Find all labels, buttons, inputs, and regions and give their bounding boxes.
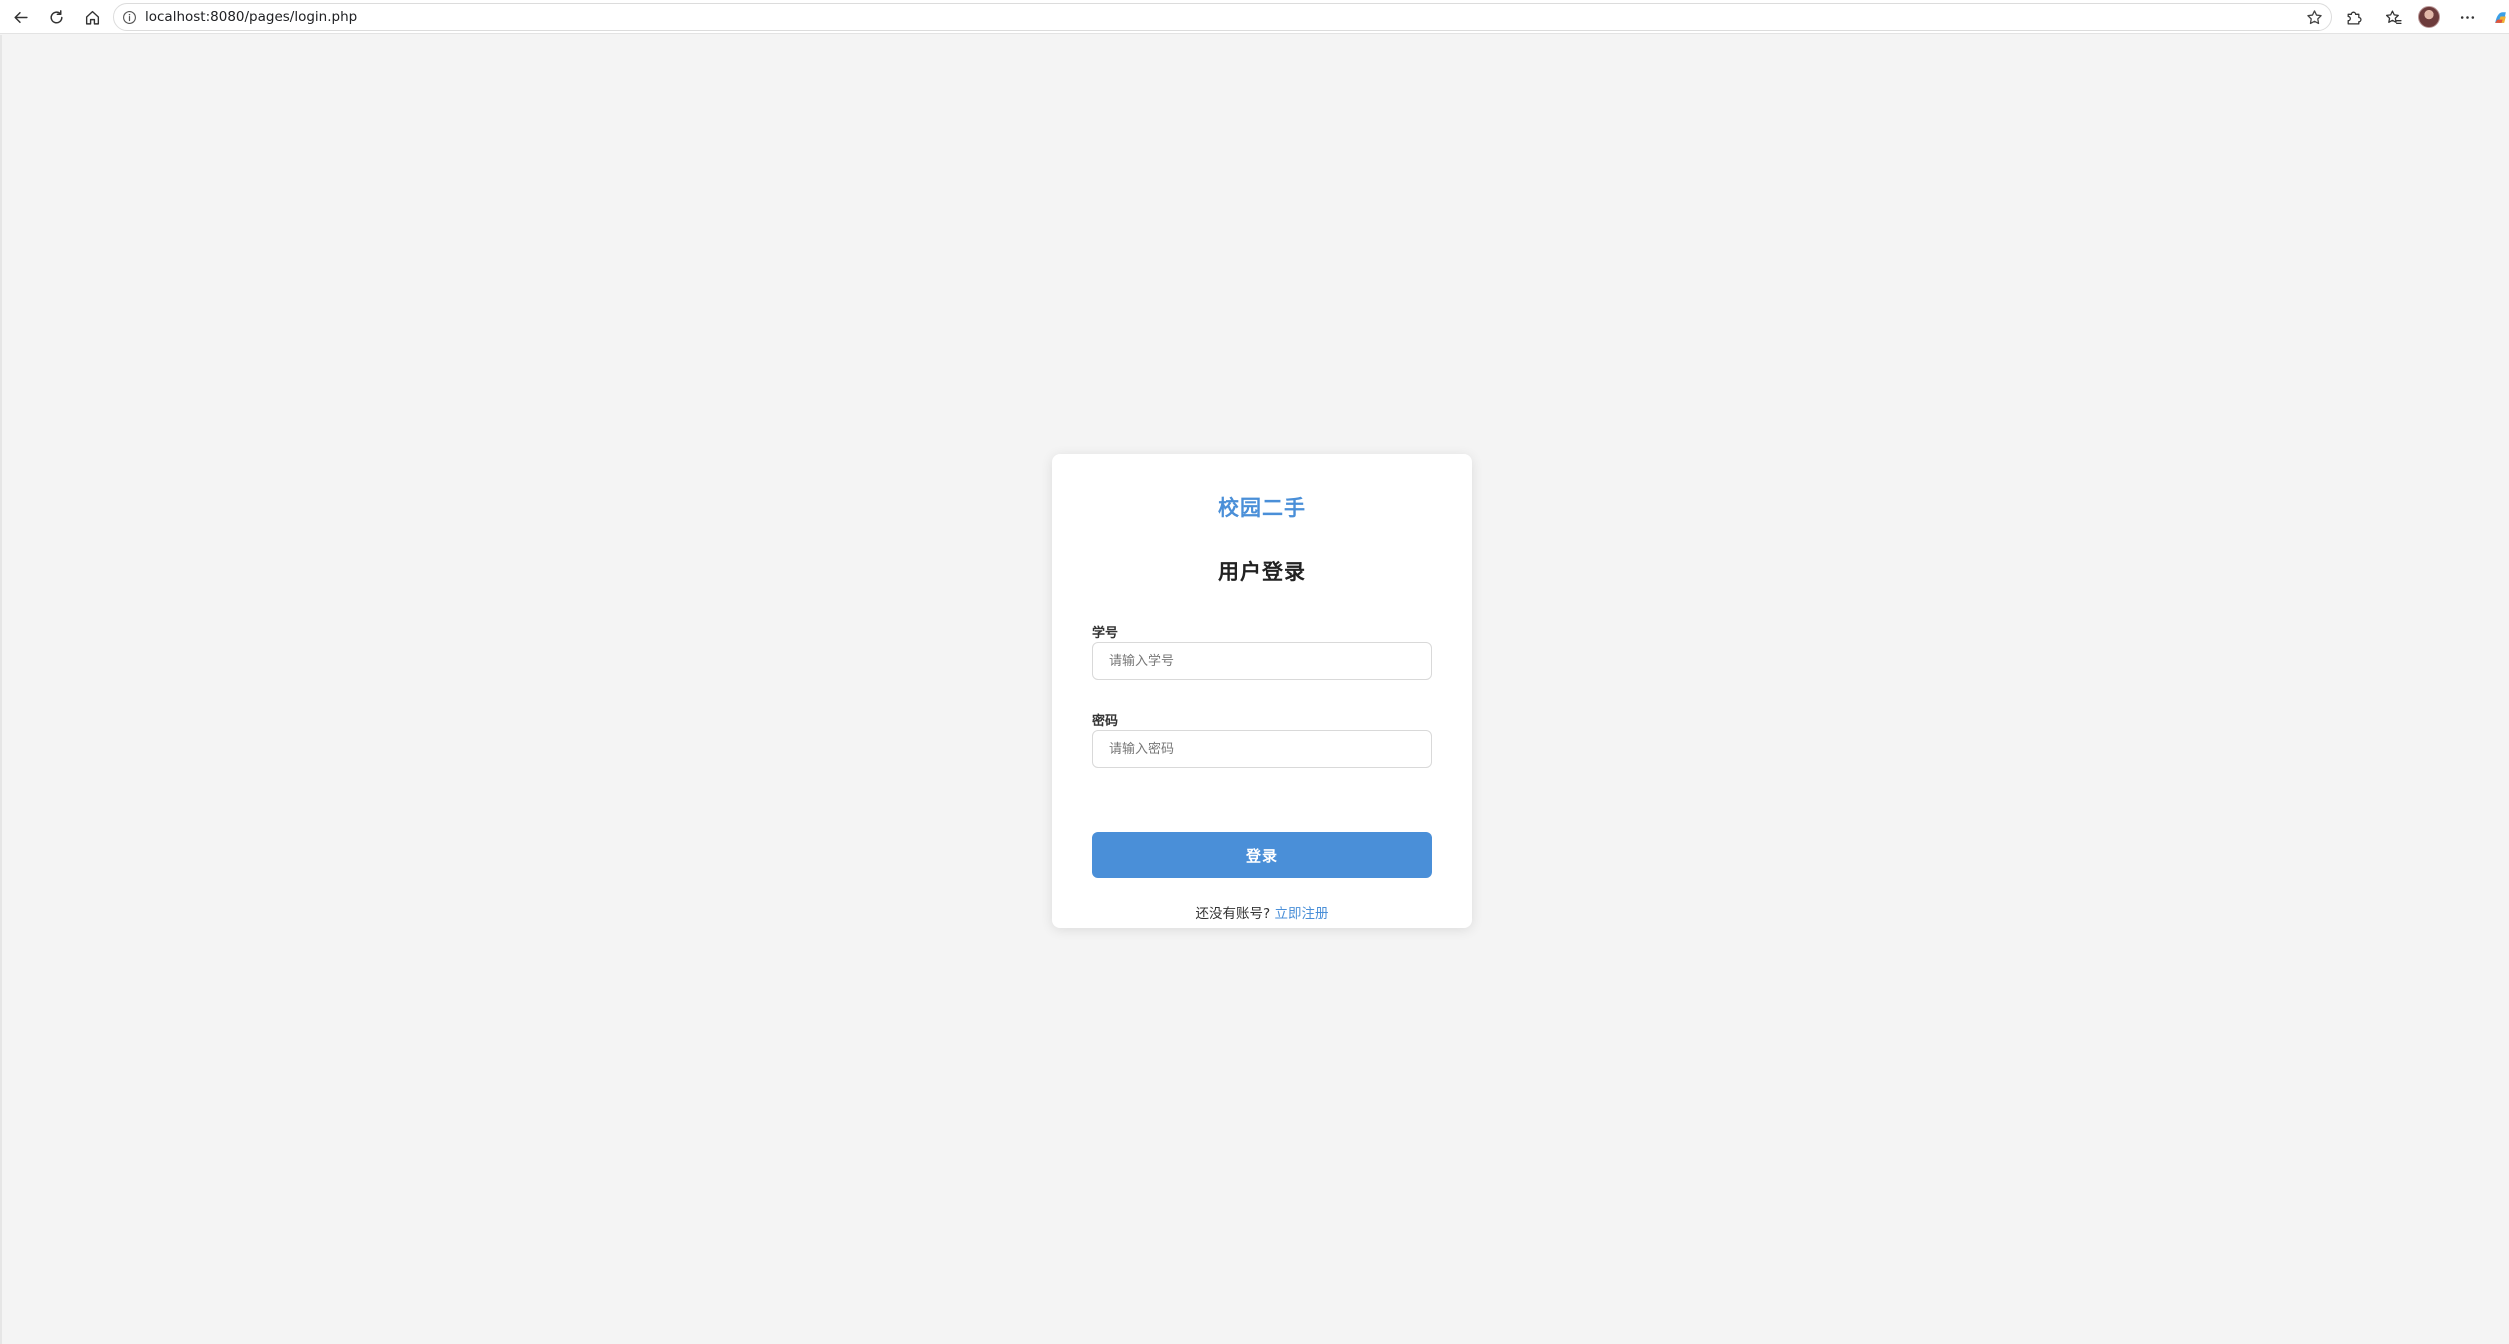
favorites-icon bbox=[2385, 9, 2402, 24]
url-text: localhost:8080/pages/login.php bbox=[145, 9, 358, 25]
register-link[interactable]: 立即注册 bbox=[1274, 906, 1328, 922]
home-button[interactable] bbox=[79, 5, 105, 29]
reload-button[interactable] bbox=[43, 5, 69, 29]
copilot-button[interactable] bbox=[2487, 5, 2509, 29]
brand-title[interactable]: 校园二手 bbox=[1052, 492, 1472, 522]
avatar bbox=[2418, 6, 2440, 28]
student-id-label: 学号 bbox=[1092, 626, 1119, 641]
browser-toolbar: localhost:8080/pages/login.php bbox=[0, 0, 2509, 34]
login-card: 校园二手 用户登录 学号 密码 登录 还没有账号? 立即注册 bbox=[1052, 454, 1472, 928]
address-bar[interactable]: localhost:8080/pages/login.php bbox=[113, 3, 2332, 31]
page-title: 用户登录 bbox=[1218, 560, 1306, 584]
puzzle-icon bbox=[2347, 11, 2362, 25]
copilot-icon bbox=[2494, 11, 2506, 23]
student-id-input[interactable] bbox=[1092, 642, 1432, 680]
register-prompt: 还没有账号? 立即注册 bbox=[1052, 902, 1472, 922]
password-label: 密码 bbox=[1092, 714, 1119, 729]
login-button[interactable]: 登录 bbox=[1092, 832, 1432, 878]
star-icon[interactable] bbox=[2306, 9, 2323, 26]
reload-icon bbox=[49, 9, 63, 23]
favorites-button[interactable] bbox=[2380, 5, 2406, 29]
password-input[interactable] bbox=[1092, 730, 1432, 768]
home-icon bbox=[85, 10, 99, 25]
extensions-button[interactable] bbox=[2340, 5, 2366, 29]
arrow-left-icon bbox=[13, 11, 28, 23]
info-circle-icon[interactable] bbox=[122, 10, 137, 25]
back-button[interactable] bbox=[7, 5, 33, 29]
page-viewport: 校园二手 用户登录 学号 密码 登录 还没有账号? 立即注册 bbox=[0, 35, 2509, 1344]
register-prompt-text: 还没有账号? bbox=[1195, 906, 1271, 922]
more-dots-icon bbox=[2460, 15, 2474, 19]
more-button[interactable] bbox=[2454, 5, 2480, 29]
profile-button[interactable] bbox=[2416, 5, 2442, 29]
